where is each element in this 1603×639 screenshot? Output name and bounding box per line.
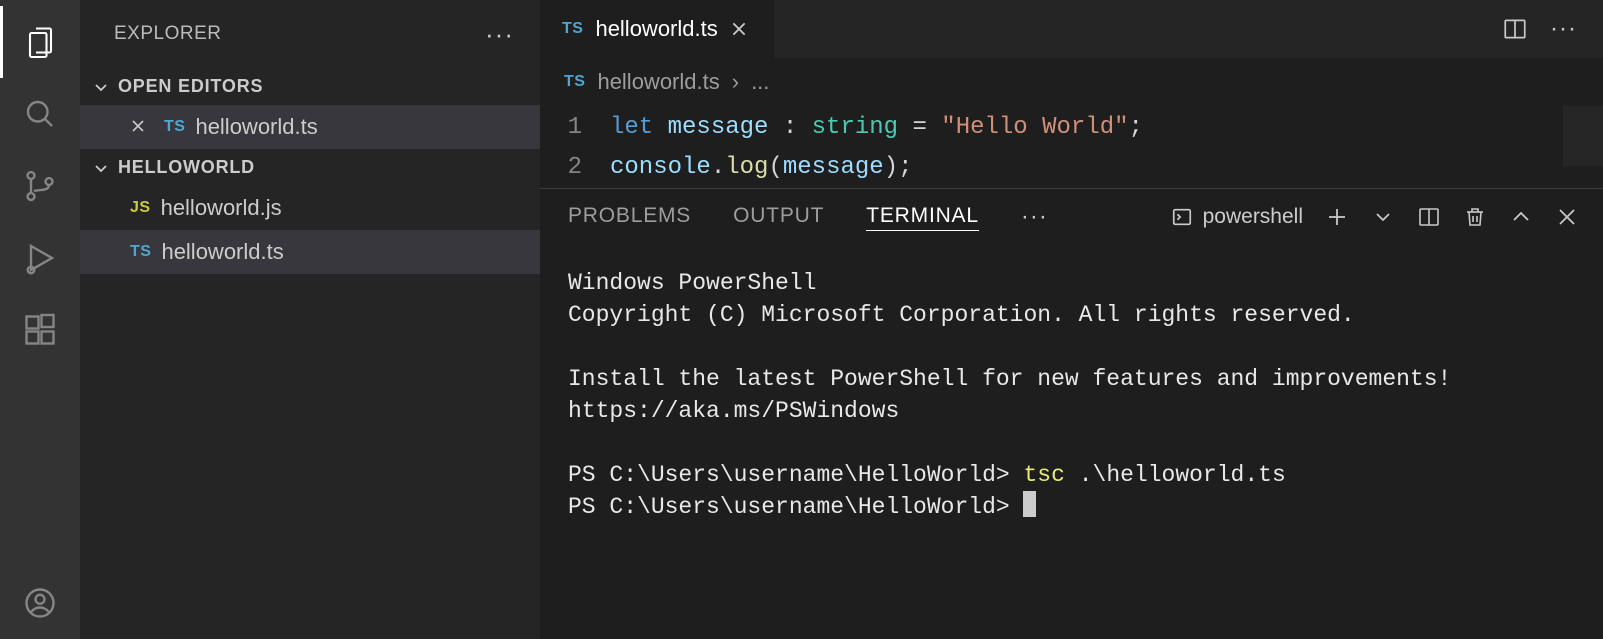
terminal-line: [568, 331, 1597, 363]
split-terminal-icon[interactable]: [1417, 205, 1441, 229]
close-icon[interactable]: [130, 118, 148, 136]
terminal-line: [568, 427, 1597, 459]
maximize-panel-icon[interactable]: [1509, 205, 1533, 229]
panel-tab-row: PROBLEMS OUTPUT TERMINAL ··· powershell: [540, 189, 1603, 245]
ts-file-icon: TS: [564, 73, 585, 91]
chevron-down-icon: [92, 78, 110, 96]
terminal-line: https://aka.ms/PSWindows: [568, 395, 1597, 427]
terminal-shell-name: powershell: [1203, 205, 1303, 229]
file-item-ts[interactable]: TS helloworld.ts: [80, 230, 540, 274]
activity-search-icon[interactable]: [0, 78, 80, 150]
terminal-line: Windows PowerShell: [568, 267, 1597, 299]
open-editor-item[interactable]: TS helloworld.ts: [80, 105, 540, 149]
split-editor-icon[interactable]: [1502, 16, 1528, 42]
kill-terminal-icon[interactable]: [1463, 205, 1487, 229]
breadcrumb-tail: ...: [751, 69, 769, 95]
terminal-shell-indicator[interactable]: powershell: [1171, 205, 1303, 229]
code-line[interactable]: 1let message : string = "Hello World";: [540, 108, 1603, 148]
activity-bar: [0, 0, 80, 639]
folder-section[interactable]: HELLOWORLD: [80, 149, 540, 186]
activity-extensions-icon[interactable]: [0, 294, 80, 366]
terminal-prompt[interactable]: PS C:\Users\username\HelloWorld>: [568, 491, 1597, 523]
activity-accounts-icon[interactable]: [0, 567, 80, 639]
editor-tab[interactable]: TS helloworld.ts: [540, 0, 774, 58]
explorer-header: EXPLORER ···: [80, 0, 540, 68]
panel-tab-terminal[interactable]: TERMINAL: [866, 204, 979, 231]
breadcrumb-file: helloworld.ts: [597, 69, 719, 95]
terminal-dropdown-icon[interactable]: [1371, 205, 1395, 229]
editor-tab-row: TS helloworld.ts ···: [540, 0, 1603, 58]
js-file-icon: JS: [130, 199, 151, 217]
file-name: helloworld.ts: [161, 239, 283, 265]
code-editor[interactable]: 1let message : string = "Hello World";2c…: [540, 106, 1603, 188]
terminal-line: Install the latest PowerShell for new fe…: [568, 363, 1597, 395]
code-line[interactable]: 2console.log(message);: [540, 148, 1603, 188]
ts-file-icon: TS: [164, 118, 185, 136]
terminal-cursor: [1023, 491, 1036, 517]
chevron-down-icon: [92, 159, 110, 177]
file-name: helloworld.js: [161, 195, 282, 221]
line-number: 2: [540, 148, 610, 188]
editor-tab-label: helloworld.ts: [595, 16, 717, 42]
close-panel-icon[interactable]: [1555, 205, 1579, 229]
open-editors-section[interactable]: OPEN EDITORS: [80, 68, 540, 105]
panel-tab-problems[interactable]: PROBLEMS: [568, 204, 691, 230]
code-content[interactable]: console.log(message);: [610, 148, 913, 188]
close-icon[interactable]: [730, 20, 748, 38]
explorer-sidebar: EXPLORER ··· OPEN EDITORS TS helloworld.…: [80, 0, 540, 639]
code-content[interactable]: let message : string = "Hello World";: [610, 108, 1143, 148]
terminal-line: Copyright (C) Microsoft Corporation. All…: [568, 299, 1597, 331]
minimap[interactable]: [1563, 106, 1603, 166]
folder-label: HELLOWORLD: [118, 157, 255, 178]
open-editor-filename: helloworld.ts: [195, 114, 317, 140]
terminal-line: PS C:\Users\username\HelloWorld> tsc .\h…: [568, 459, 1597, 491]
explorer-title: EXPLORER: [114, 23, 221, 45]
panel-tab-output[interactable]: OUTPUT: [733, 204, 824, 230]
open-editors-label: OPEN EDITORS: [118, 76, 263, 97]
activity-run-debug-icon[interactable]: [0, 222, 80, 294]
ts-file-icon: TS: [130, 243, 151, 261]
terminal-output[interactable]: Windows PowerShellCopyright (C) Microsof…: [540, 245, 1603, 639]
activity-explorer-icon[interactable]: [0, 6, 80, 78]
file-item-js[interactable]: JS helloworld.js: [80, 186, 540, 230]
line-number: 1: [540, 108, 610, 148]
ts-file-icon: TS: [562, 20, 583, 38]
editor-area: TS helloworld.ts ··· TS helloworld.ts › …: [540, 0, 1603, 639]
activity-source-control-icon[interactable]: [0, 150, 80, 222]
bottom-panel: PROBLEMS OUTPUT TERMINAL ··· powershell: [540, 188, 1603, 639]
breadcrumb-separator: ›: [732, 69, 739, 95]
breadcrumb[interactable]: TS helloworld.ts › ...: [540, 58, 1603, 106]
new-terminal-icon[interactable]: [1325, 205, 1349, 229]
